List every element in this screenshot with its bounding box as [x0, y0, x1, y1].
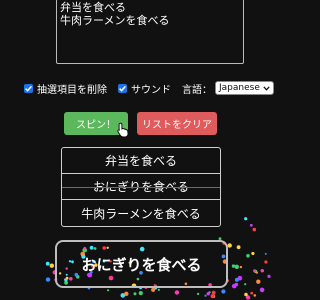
confetti-dot — [212, 294, 216, 298]
confetti-dot — [253, 269, 258, 273]
confetti-dot — [239, 265, 243, 269]
confetti-dot — [221, 289, 226, 294]
remove-items-label: 抽選項目を削除 — [37, 84, 107, 96]
confetti-dot — [138, 291, 143, 296]
confetti-dot — [49, 263, 54, 268]
confetti-dot — [237, 275, 243, 281]
confetti-dot — [211, 290, 216, 295]
remove-items-checkbox[interactable] — [24, 83, 33, 93]
confetti-dot — [260, 269, 264, 273]
confetti-dot — [196, 292, 200, 296]
confetti-dot — [234, 282, 239, 287]
language-select-value: Japanese — [219, 83, 260, 93]
result-display: おにぎりを食べる — [55, 240, 228, 288]
list-item-label: 弁当を食べる — [104, 154, 177, 168]
confetti-dot — [251, 251, 255, 256]
confetti-dot — [249, 223, 253, 227]
confetti-dot — [45, 261, 50, 266]
confetti-dot — [206, 292, 210, 296]
list-item-removed: おにぎりを食べる — [62, 174, 220, 200]
confetti-dot — [210, 294, 215, 299]
confetti-dot — [204, 294, 207, 297]
list-item: 牛肉ラーメンを食べる — [62, 200, 220, 226]
confetti-dot — [236, 245, 241, 250]
confetti-dot — [120, 293, 126, 298]
confetti-dot — [253, 269, 257, 273]
items-textarea[interactable]: 弁当を食べる 牛肉ラーメンを食べる — [56, 0, 244, 64]
confetti-dot — [264, 260, 268, 264]
sound-checkbox[interactable] — [118, 83, 127, 93]
confetti-dot — [227, 243, 232, 248]
confetti-dot — [133, 292, 137, 296]
confetti-dot — [157, 288, 160, 291]
confetti-dot — [231, 283, 237, 289]
confetti-dot — [267, 274, 271, 278]
language-label: 言語： — [182, 84, 212, 96]
confetti-dot — [246, 254, 250, 258]
confetti-dot — [250, 291, 254, 295]
confetti-dot — [231, 264, 236, 268]
confetti-dot — [174, 290, 180, 295]
confetti-dot — [234, 277, 239, 282]
confetti-dot — [234, 264, 239, 269]
confetti-dot — [107, 289, 110, 292]
clear-list-button[interactable]: リストをクリア — [137, 112, 217, 135]
list-item: 弁当を食べる — [62, 148, 220, 174]
sound-label: サウンド — [131, 84, 171, 96]
pointer-cursor-icon — [117, 122, 129, 138]
confetti-dot — [255, 271, 258, 274]
language-select[interactable]: Japanese — [215, 81, 274, 95]
confetti-dot — [245, 295, 251, 300]
confetti-dot — [264, 252, 267, 255]
confetti-dot — [256, 279, 261, 284]
chevron-down-icon — [263, 85, 270, 91]
confetti-dot — [244, 292, 248, 297]
confetti-dot — [208, 291, 211, 294]
entries-list: 弁当を食べる おにぎりを食べる 牛肉ラーメンを食べる — [61, 147, 221, 227]
app: 弁当を食べる 牛肉ラーメンを食べる 抽選項目を削除 サウンド 言語： Japan… — [0, 0, 300, 300]
list-item-label: 牛肉ラーメンを食べる — [81, 206, 201, 221]
confetti-dot — [244, 217, 248, 221]
confetti-dot — [252, 227, 257, 232]
confetti-dot — [244, 283, 247, 286]
confetti-dot — [151, 287, 156, 292]
confetti-dot — [45, 277, 51, 282]
options-row: 抽選項目を削除 サウンド 言語： Japanese — [24, 80, 274, 96]
checkbox-icon — [119, 85, 126, 92]
confetti-dot — [253, 294, 257, 297]
strikethrough-line — [62, 186, 220, 188]
confetti-dot — [259, 287, 265, 293]
confetti-dot — [124, 291, 129, 296]
checkbox-icon — [25, 85, 32, 92]
